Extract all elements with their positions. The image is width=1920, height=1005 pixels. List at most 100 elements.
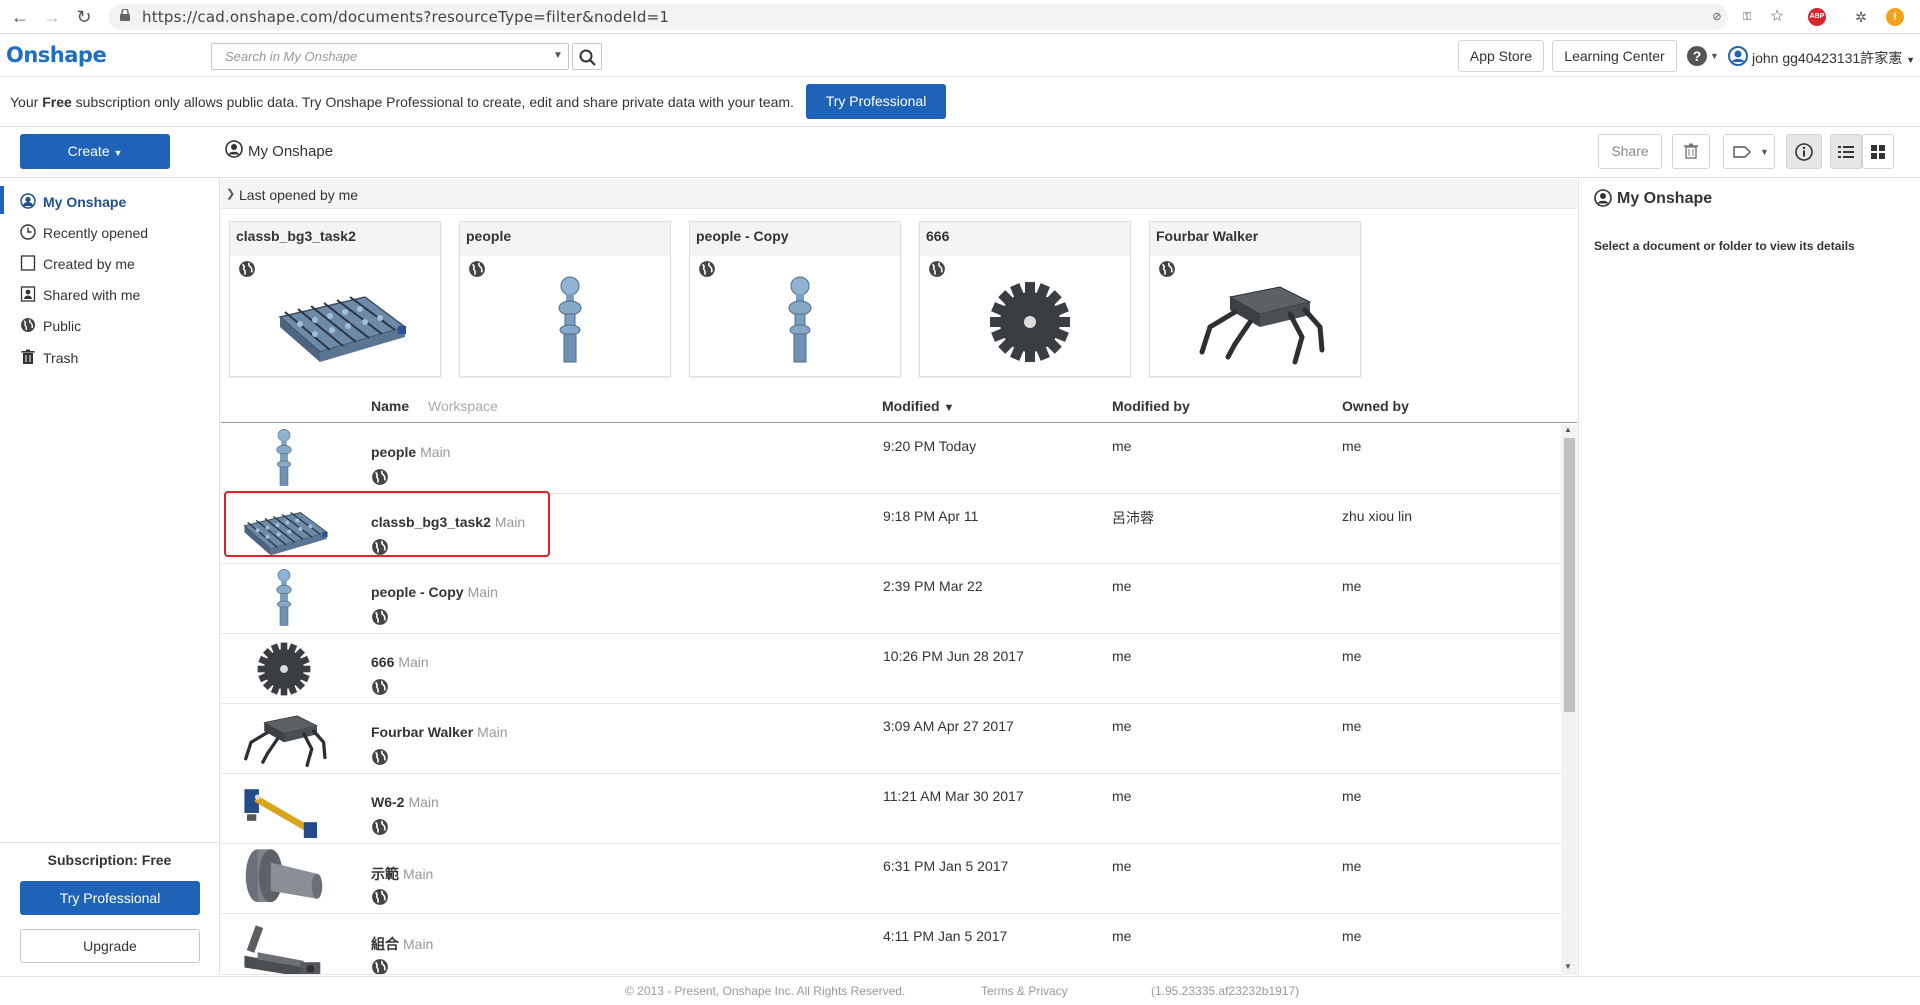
workspace-label: Main [403,936,434,952]
search-button[interactable] [572,43,602,70]
breadcrumb[interactable]: My Onshape [248,143,333,160]
terms-link[interactable]: Terms & Privacy [981,984,1068,998]
document-thumbnail [229,426,339,492]
scroll-down-arrow-icon[interactable]: ▼ [1564,962,1572,971]
modified-date: 9:18 PM Apr 11 [883,508,979,524]
banner-text: Your Free subscription only allows publi… [10,94,794,110]
globe-icon [699,261,715,277]
user-menu[interactable]: john gg40423131許家憲 ▼ [1752,48,1915,68]
details-title: My Onshape [1617,190,1713,207]
column-header-name[interactable]: Name [371,398,409,414]
search-icon [579,49,596,66]
table-row[interactable]: 組合 Main 4:11 PM Jan 5 2017 me me [221,914,1561,975]
try-professional-button[interactable]: Try Professional [20,881,200,915]
create-label: Create [67,143,110,159]
globe-icon [21,318,35,332]
column-header-modified-by[interactable]: Modified by [1112,398,1190,414]
globe-icon [372,889,388,905]
banner-text-pre: Your [10,94,43,110]
recent-card[interactable]: people [459,221,671,377]
list-view-button[interactable] [1830,134,1862,169]
details-panel [1578,178,1920,975]
help-icon[interactable]: ? [1687,46,1707,66]
try-professional-button[interactable]: Try Professional [806,84,946,119]
recent-card[interactable]: 666 [919,221,1131,377]
table-row[interactable]: 666 Main 10:26 PM Jun 28 2017 me me [221,634,1561,704]
table-row[interactable]: 示範 Main 6:31 PM Jan 5 2017 me me [221,844,1561,914]
user-icon[interactable] [1728,46,1748,66]
adblock-icon[interactable]: ABP [1808,8,1826,26]
document-thumbnail [960,272,1100,372]
key-icon[interactable]: ⚿ [1738,8,1756,26]
tag-icon [1733,146,1751,158]
recent-card[interactable]: classb_bg3_task2 [229,221,441,377]
column-header-modified[interactable]: Modified ▼ [882,398,954,414]
chevron-down-icon[interactable]: ▼ [553,50,563,61]
workspace-label: Main [403,866,434,882]
card-title: 666 [920,222,1130,256]
user-icon [20,193,36,209]
modified-date: 4:11 PM Jan 5 2017 [883,928,1008,944]
table-row[interactable]: people - Copy Main 2:39 PM Mar 22 me me [221,564,1561,634]
globe-icon [929,261,945,277]
star-icon[interactable]: ☆ [1768,8,1786,26]
column-header-owned-by[interactable]: Owned by [1342,398,1409,414]
sidebar-item-my-onshape[interactable]: My Onshape [0,186,219,216]
share-button[interactable]: Share [1598,134,1662,169]
document-name-text: 666 [371,654,395,670]
footer [0,976,1920,1005]
delete-button[interactable] [1672,134,1710,169]
card-title: Fourbar Walker [1150,222,1360,256]
owned-by: me [1342,578,1362,594]
recent-section-header[interactable] [221,179,1577,209]
banner-text-bold: Free [42,94,72,110]
grid-view-button[interactable] [1862,134,1894,169]
globe-icon [469,261,485,277]
trash-icon [21,349,35,364]
upgrade-button[interactable]: Upgrade [20,929,200,963]
document-name-text: W6-2 [371,794,405,810]
document-thumbnail [229,916,339,975]
back-arrow-icon[interactable]: ← [8,5,32,29]
onshape-logo[interactable]: Onshape [6,43,107,67]
copyright: © 2013 - Present, Onshape Inc. All Right… [625,984,906,998]
recent-card[interactable]: Fourbar Walker [1149,221,1361,377]
user-name: john gg40423131許家憲 [1752,50,1903,66]
alert-icon[interactable]: ! [1886,8,1904,26]
document-thumbnail [229,706,339,772]
sidebar-item-recently-opened[interactable]: Recently opened [0,217,219,247]
table-row[interactable]: people Main 9:20 PM Today me me [221,424,1561,494]
modified-by: me [1112,438,1132,454]
sidebar-item-label: Created by me [43,256,135,272]
sidebar-item-label: Recently opened [43,225,149,241]
sidebar-item-trash[interactable]: Trash [0,342,219,372]
translate-icon[interactable]: ⊘ [1708,8,1726,26]
recent-card[interactable]: people - Copy [689,221,901,377]
create-button[interactable]: Create ▼ [20,134,170,169]
user-icon [225,140,243,158]
workspace-label: Main [467,584,498,600]
scrollbar-thumb[interactable] [1564,438,1575,712]
document-name: people Main [371,444,450,460]
extension-icon[interactable]: ✲ [1852,8,1870,26]
details-hint: Select a document or folder to view its … [1594,239,1855,253]
sidebar-item-public[interactable]: Public [0,310,219,340]
globe-icon [372,609,388,625]
learning-center-button[interactable]: Learning Center [1552,40,1677,72]
sidebar-item-created-by-me[interactable]: Created by me [0,248,219,278]
modified-date: 11:21 AM Mar 30 2017 [883,788,1024,804]
scroll-up-arrow-icon[interactable]: ▲ [1564,425,1572,434]
document-name: 666 Main [371,654,429,670]
table-row[interactable]: W6-2 Main 11:21 AM Mar 30 2017 me me [221,774,1561,844]
info-toggle-button[interactable] [1786,134,1822,169]
workspace-label: Main [408,794,439,810]
sidebar-item-shared-with-me[interactable]: Shared with me [0,279,219,309]
chevron-down-icon[interactable]: ❯ [226,187,235,200]
owned-by: me [1342,438,1362,454]
chevron-down-icon[interactable]: ▼ [1710,51,1719,61]
app-store-button[interactable]: App Store [1458,40,1544,72]
reload-icon[interactable]: ↻ [72,5,96,29]
table-row[interactable]: Fourbar Walker Main 3:09 AM Apr 27 2017 m… [221,704,1561,774]
forward-arrow-icon[interactable]: → [40,5,64,29]
label-button[interactable]: ▼ [1723,134,1775,169]
